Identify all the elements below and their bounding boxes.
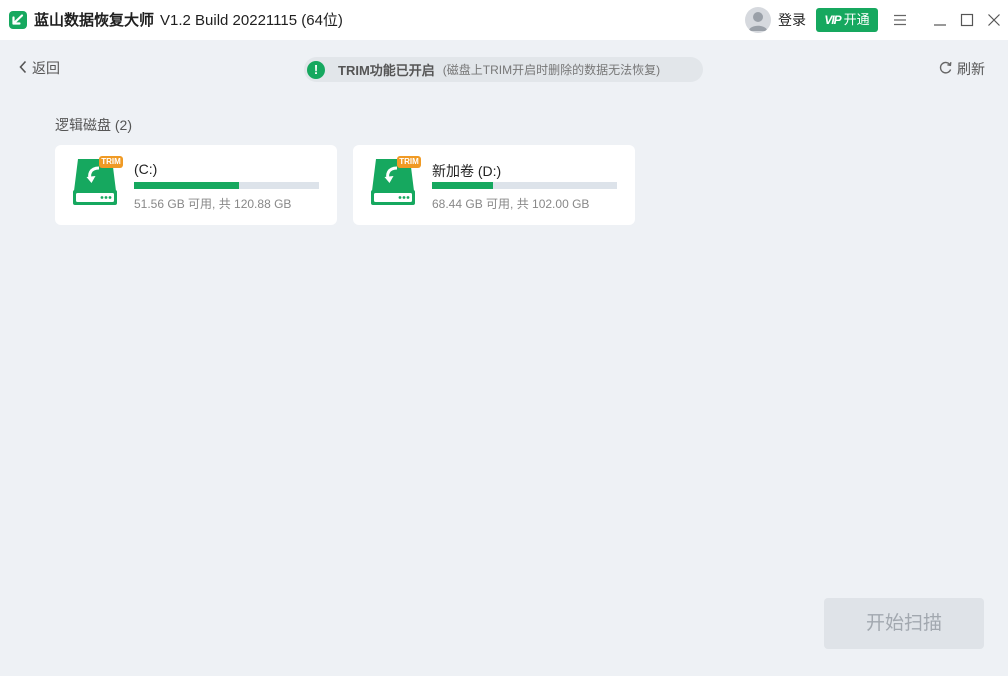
disk-usage-fill <box>432 182 494 189</box>
back-label: 返回 <box>32 60 60 76</box>
info-check-icon: ! <box>307 60 325 79</box>
trim-badge: TRIM <box>397 156 421 168</box>
disk-usage-bar <box>134 182 319 189</box>
refresh-label: 刷新 <box>957 61 985 77</box>
disk-usage-fill <box>134 182 240 189</box>
menu-icon[interactable] <box>888 8 912 32</box>
app-name: 蓝山数据恢复大师 <box>34 12 155 29</box>
minimize-icon[interactable] <box>928 8 952 32</box>
login-link[interactable]: 登录 <box>778 11 806 29</box>
close-icon[interactable] <box>982 8 1006 32</box>
vip-icon: VIP <box>824 13 841 27</box>
user-avatar-icon[interactable] <box>745 7 771 33</box>
chevron-left-icon <box>18 60 28 77</box>
disk-size-text: 51.56 GB 可用, 共 120.88 GB <box>134 197 292 211</box>
title-bar: 蓝山数据恢复大师 V1.2 Build 20221115 (64位) 登录 VIP… <box>0 0 1008 40</box>
start-scan-button[interactable]: 开始扫描 <box>824 598 984 649</box>
trim-badge: TRIM <box>99 156 123 168</box>
disk-card-d[interactable]: TRIM 新加卷 (D:) 68.44 GB 可用, 共 102.00 GB <box>353 145 635 225</box>
disk-usage-bar <box>432 182 617 189</box>
trim-status-note: (磁盘上TRIM开启时删除的数据无法恢复) <box>442 63 661 77</box>
refresh-button[interactable]: 刷新 <box>938 59 985 79</box>
app-version: V1.2 Build 20221115 (64位) <box>160 12 343 29</box>
disk-size-text: 68.44 GB 可用, 共 102.00 GB <box>432 197 590 211</box>
section-title: 逻辑磁盘 (2) <box>55 117 132 133</box>
trim-status-title: TRIM功能已开启 <box>338 63 435 78</box>
back-button[interactable]: 返回 <box>18 58 60 78</box>
disk-name: 新加卷 (D:) <box>432 163 502 179</box>
maximize-icon[interactable] <box>955 8 979 32</box>
vip-activate-button[interactable]: VIP 开通 <box>816 8 878 32</box>
trim-status-banner: ! TRIM功能已开启 (磁盘上TRIM开启时删除的数据无法恢复) <box>304 57 703 82</box>
disk-name: (C:) <box>134 161 158 177</box>
app-title: 蓝山数据恢复大师 V1.2 Build 20221115 (64位) <box>34 11 343 31</box>
disk-card-c[interactable]: TRIM (C:) 51.56 GB 可用, 共 120.88 GB <box>55 145 337 225</box>
vip-button-label: 开通 <box>843 12 870 27</box>
app-logo-icon <box>9 11 27 29</box>
refresh-icon <box>938 60 953 78</box>
